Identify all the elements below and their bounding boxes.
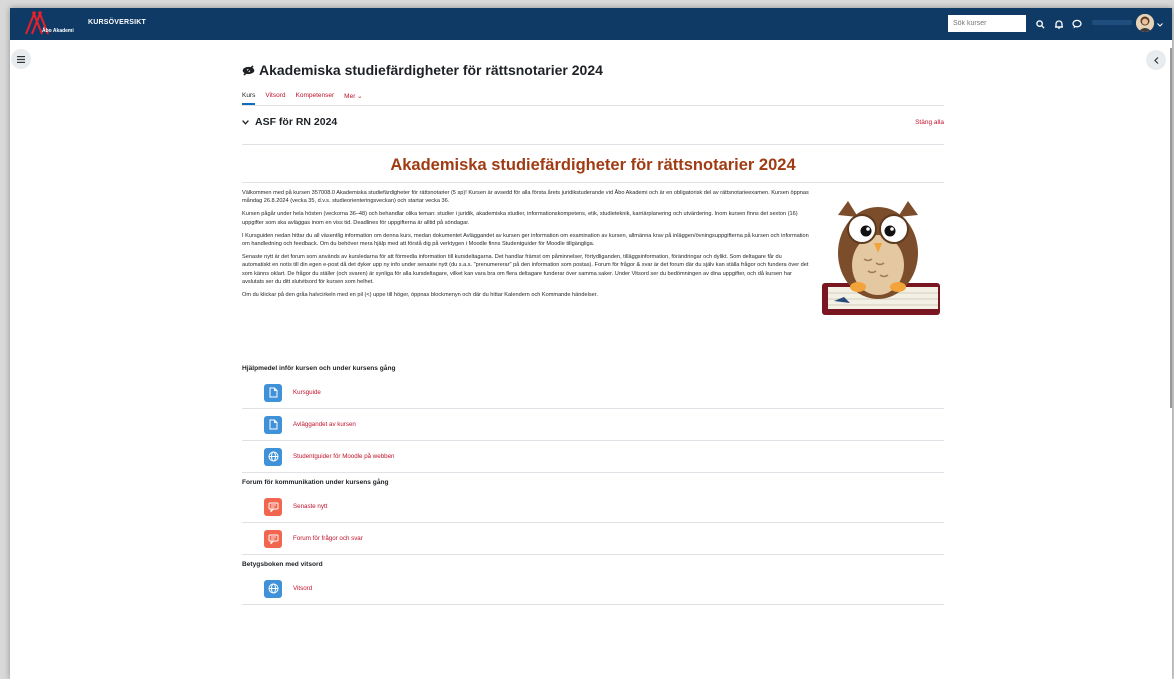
summary-paragraph: Kursen pågår under hela hösten (veckorna… <box>242 211 798 226</box>
forum-icon <box>264 497 282 516</box>
tab-vitsord[interactable]: Vitsord <box>265 92 285 105</box>
nav-course-overview[interactable]: KURSÖVERSIKT <box>88 19 146 26</box>
tab-more[interactable]: Mer ⌄ <box>344 92 362 105</box>
message-icon[interactable] <box>1070 17 1084 31</box>
activity-link[interactable]: Forum för frågor och svar <box>293 535 363 542</box>
forum-icon <box>264 529 282 548</box>
search-input[interactable] <box>948 15 1026 32</box>
user-avatar[interactable] <box>1136 14 1154 32</box>
group-forum: Forum för kommunikation under kursens gå… <box>242 479 944 555</box>
summary-heading: Akademiska studiefärdigheter för rättsno… <box>242 155 944 183</box>
globe-icon <box>264 579 282 598</box>
course-index-toggle[interactable] <box>10 48 32 70</box>
activity-studentguider[interactable]: Studentguider för Moodle på webben <box>242 441 944 473</box>
file-icon <box>264 415 282 434</box>
search-icon[interactable] <box>1033 17 1047 31</box>
browser-window: Åbo Akademi KURSÖVERSIKT Akademiska s <box>10 8 1172 679</box>
page-title: Akademiska studiefärdigheter för rättsno… <box>242 58 944 82</box>
summary-paragraph: Senaste nytt är det forum som används av… <box>242 254 809 285</box>
menu-icon[interactable] <box>11 49 31 69</box>
tab-kurs[interactable]: Kurs <box>242 92 256 105</box>
chevron-left-icon <box>1153 56 1158 64</box>
group-heading: Forum för kommunikation under kursens gå… <box>242 479 389 486</box>
group-heading: Hjälpmedel inför kursen och under kursen… <box>242 365 396 372</box>
top-navbar: Åbo Akademi KURSÖVERSIKT <box>10 8 1172 40</box>
user-name-blurred[interactable] <box>1092 20 1132 25</box>
activity-senaste-nytt[interactable]: Senaste nytt <box>242 491 944 523</box>
activity-kursguide[interactable]: Kursguide <box>242 377 944 409</box>
summary-paragraph: Om du klickar på den gråa halvcirkeln me… <box>242 292 598 299</box>
section-toggle[interactable]: ASF för RN 2024 <box>242 116 337 128</box>
owl-illustration <box>822 201 940 315</box>
activity-vitsord[interactable]: Vitsord <box>242 573 944 605</box>
activity-link[interactable]: Kursguide <box>293 389 321 396</box>
activity-avlaggandet[interactable]: Avläggandet av kursen <box>242 409 944 441</box>
course-tabs: Kurs Vitsord Kompetenser Mer ⌄ <box>242 92 944 106</box>
block-drawer-toggle[interactable] <box>1146 50 1166 70</box>
section-header: ASF för RN 2024 Stäng alla <box>242 116 944 145</box>
tab-kompetenser[interactable]: Kompetenser <box>296 92 335 105</box>
eye-slash-icon <box>242 64 255 76</box>
activity-link[interactable]: Senaste nytt <box>293 503 327 510</box>
chevron-down-icon[interactable] <box>1156 18 1164 32</box>
scrollbar[interactable] <box>1170 48 1172 408</box>
file-icon <box>264 383 282 402</box>
activity-link[interactable]: Studentguider för Moodle på webben <box>293 453 394 460</box>
group-betygsbok: Betygsboken med vitsord Vitsord <box>242 561 944 605</box>
group-hjalpmedel: Hjälpmedel inför kursen och under kursen… <box>242 365 944 473</box>
brand-text: Åbo Akademi <box>42 28 74 34</box>
globe-icon <box>264 447 282 466</box>
summary-paragraph: I Kursguiden nedan hittar du all väsentl… <box>242 232 809 248</box>
activity-link[interactable]: Avläggandet av kursen <box>293 421 356 428</box>
course-title-text: Akademiska studiefärdigheter för rättsno… <box>259 62 603 78</box>
chevron-down-icon <box>242 119 249 125</box>
section-summary: Välkommen med på kursen 357008.0 Akademi… <box>242 189 944 359</box>
collapse-all-link[interactable]: Stäng alla <box>915 119 944 126</box>
group-heading: Betygsboken med vitsord <box>242 561 323 568</box>
main-content: Akademiska studiefärdigheter för rättsno… <box>242 58 944 605</box>
summary-paragraph: Välkommen med på kursen 357008.0 Akademi… <box>242 190 809 205</box>
activity-forum-fragor[interactable]: Forum för frågor och svar <box>242 523 944 555</box>
activity-link[interactable]: Vitsord <box>293 585 312 592</box>
bell-icon[interactable] <box>1052 17 1066 31</box>
section-title: ASF för RN 2024 <box>255 116 338 128</box>
